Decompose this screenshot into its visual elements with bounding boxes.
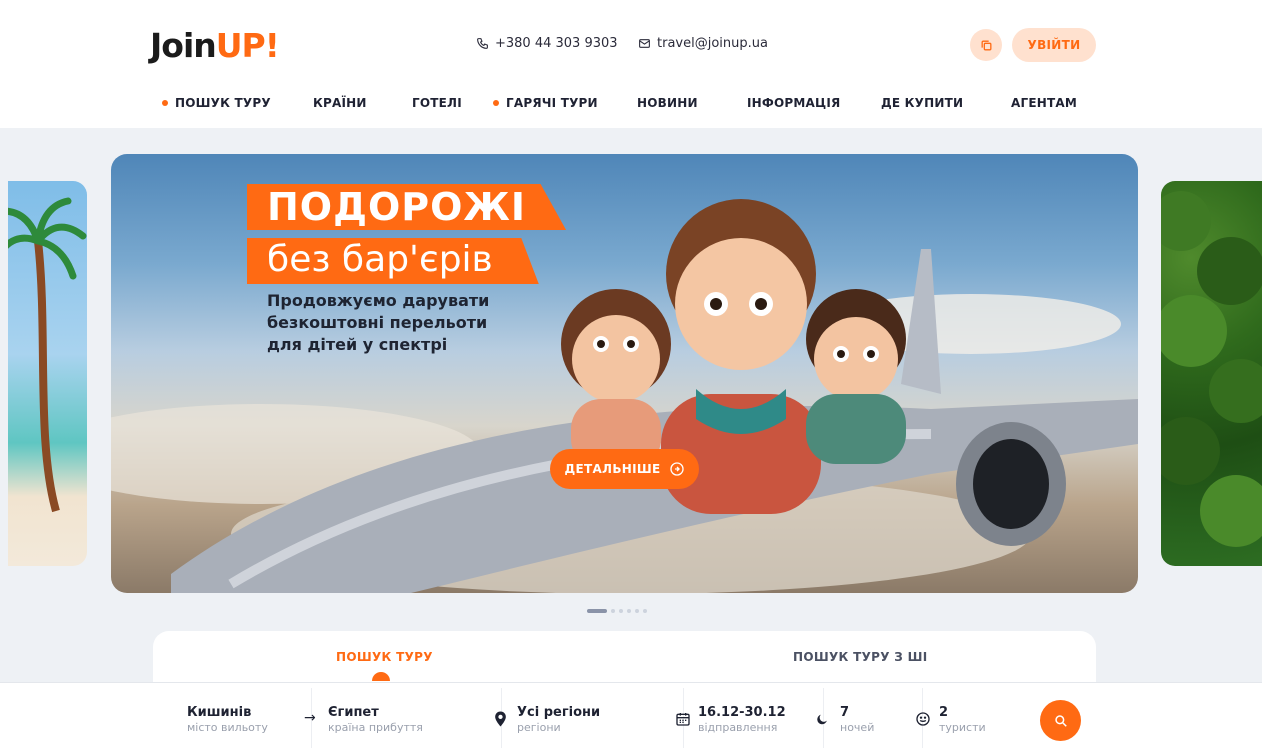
details-button-label: ДЕТАЛЬНІШЕ [564, 462, 661, 476]
hero-banner[interactable]: ПОДОРОЖІ без бар'єрів Продовжуємо дарува… [111, 154, 1138, 593]
slide-dot[interactable] [635, 609, 639, 613]
nav-item-where-to-buy[interactable]: ДЕ КУПИТИ [881, 96, 963, 110]
site-header: JoinUP! +380 44 303 9303 travel@joinup.u… [0, 0, 1262, 128]
nights-value: 7 [840, 705, 850, 720]
phone-icon [477, 38, 488, 49]
nav-label: НОВИНИ [637, 96, 698, 110]
phone-link[interactable]: +380 44 303 9303 [476, 36, 618, 51]
banner-subtitle: Продовжуємо дарувати безкоштовні перельо… [267, 291, 490, 354]
palm-beach-image [8, 197, 87, 513]
nav-label: КРАЇНИ [313, 96, 367, 110]
search-icon [1054, 714, 1067, 727]
destination-country-label: країна прибуття [328, 721, 423, 734]
nav-item-agents[interactable]: АГЕНТАМ [1011, 96, 1077, 110]
nav-label: ПОШУК ТУРУ [175, 96, 271, 110]
favorites-button[interactable] [970, 29, 1002, 61]
banner-title-line1: ПОДОРОЖІ [247, 184, 567, 230]
nav-dot [493, 99, 499, 106]
departure-city-label: місто вильоту [187, 721, 268, 734]
nav-label: АГЕНТАМ [1011, 96, 1077, 110]
active-tab-indicator [372, 672, 390, 681]
nav-label: ГАРЯЧІ ТУРИ [506, 96, 598, 110]
dates-label: відправлення [698, 721, 778, 734]
details-button[interactable]: ДЕТАЛЬНІШЕ [550, 449, 699, 489]
nav-label: ДЕ КУПИТИ [881, 96, 964, 110]
region-field[interactable]: Усі регіони регіони [517, 705, 600, 734]
destination-country-field[interactable]: Єгипет країна прибуття [328, 705, 423, 734]
tourists-field[interactable]: 2 туристи [939, 705, 986, 734]
slide-dot[interactable] [587, 609, 607, 613]
nav-item-hotels[interactable]: ГОТЕЛІ [412, 96, 462, 110]
slide-dot[interactable] [643, 609, 647, 613]
slider-pagination [587, 609, 647, 613]
search-divider [0, 682, 1262, 683]
nav-item-news[interactable]: НОВИНИ [637, 96, 698, 110]
tourists-value: 2 [939, 705, 949, 720]
nav-label: ГОТЕЛІ [412, 96, 462, 110]
destination-country-value: Єгипет [328, 705, 379, 720]
search-button[interactable] [1040, 700, 1081, 741]
tab-search-tour-ai[interactable]: ПОШУК ТУРУ З ШІ [793, 650, 927, 664]
logo-accent-text: UP! [215, 26, 280, 65]
logo[interactable]: JoinUP! [150, 26, 280, 65]
prev-slide-preview[interactable] [8, 181, 87, 566]
nav-item-search-tour[interactable]: ПОШУК ТУРУ [162, 96, 271, 110]
departure-city-field[interactable]: Кишинів місто вильоту [187, 705, 268, 734]
location-pin-icon [495, 711, 506, 727]
arrow-right-icon: → [304, 710, 316, 726]
nav-label: ІНФОРМАЦІЯ [747, 96, 841, 110]
email-address: travel@joinup.ua [657, 36, 768, 51]
region-label: регіони [517, 721, 561, 734]
calendar-icon [676, 713, 690, 726]
slide-dot[interactable] [611, 609, 615, 613]
copy-icon [981, 40, 991, 50]
nights-field[interactable]: 7 ночей [840, 705, 874, 734]
jungle-image [1161, 191, 1262, 547]
nav-item-countries[interactable]: КРАЇНИ [313, 96, 367, 110]
banner-title-line2: без бар'єрів [247, 238, 539, 284]
email-link[interactable]: travel@joinup.ua [638, 36, 768, 51]
region-value: Усі регіони [517, 705, 601, 720]
arrow-circle-icon [669, 462, 684, 476]
slide-dot[interactable] [619, 609, 623, 613]
tab-search-tour[interactable]: ПОШУК ТУРУ [336, 650, 433, 664]
tourists-label: туристи [939, 721, 986, 734]
logo-main-text: Join [150, 26, 217, 65]
dates-value: 16.12-30.12 [698, 705, 786, 720]
nights-label: ночей [840, 721, 875, 734]
phone-number: +380 44 303 9303 [495, 36, 618, 51]
mail-icon [639, 39, 650, 48]
nav-item-hot-tours[interactable]: ГАРЯЧІ ТУРИ [493, 96, 598, 110]
smiley-icon [916, 712, 930, 726]
nav-dot [162, 99, 168, 106]
main-nav: ПОШУК ТУРУ КРАЇНИ ГОТЕЛІ ГАРЯЧІ ТУРИ НОВ… [0, 96, 1262, 116]
next-slide-preview[interactable] [1161, 181, 1262, 566]
nav-item-information[interactable]: ІНФОРМАЦІЯ [747, 96, 840, 110]
login-button[interactable]: УВІЙТИ [1012, 28, 1096, 62]
slide-dot[interactable] [627, 609, 631, 613]
dates-field[interactable]: 16.12-30.12 відправлення [698, 705, 786, 734]
moon-icon [817, 714, 827, 725]
departure-city-value: Кишинів [187, 705, 252, 720]
